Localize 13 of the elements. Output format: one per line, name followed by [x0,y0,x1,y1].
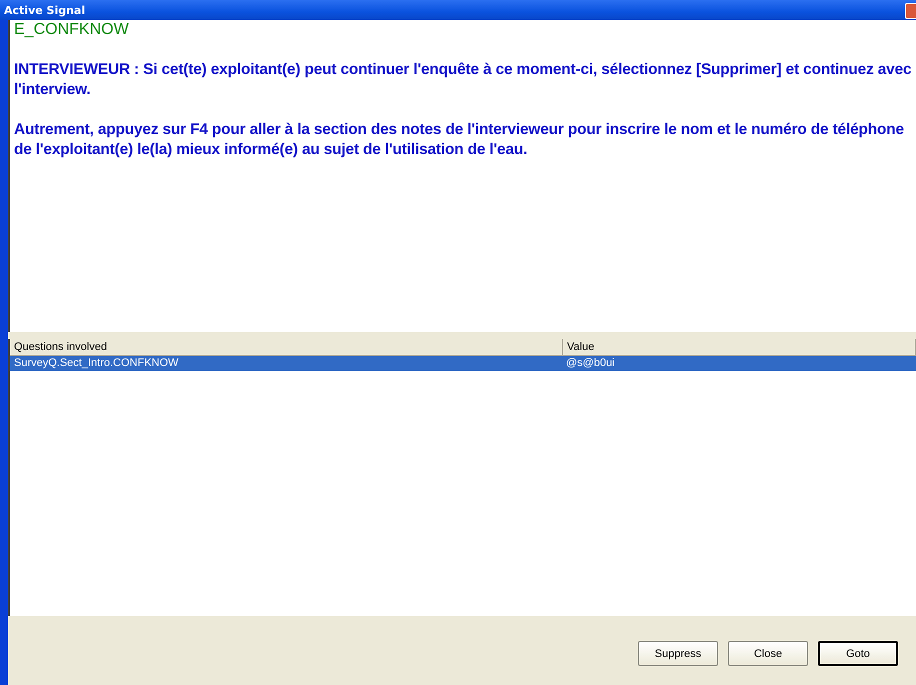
column-header[interactable]: Value [563,339,916,355]
signal-code: E_CONFKNOW [14,20,130,40]
table-cell-text: SurveyQ.Sect_Intro.CONFKNOW [13,356,180,371]
column-header[interactable]: Questions involved [10,339,563,355]
close-icon[interactable] [905,3,916,19]
dialog-button[interactable]: Goto [818,641,898,666]
dialog-button[interactable]: Suppress [638,641,718,666]
window-title: Active Signal [4,4,86,16]
message-paragraph: INTERVIEWEUR : Si cet(te) exploitant(e) peut continuer l'enquête à ce moment-ci, sélectionnez [Supprimer] et continuez avec l'interview. [14,60,912,100]
table-row[interactable]: SurveyQ.Sect_Intro.CONFKNOW @s@b0ui [10,356,916,371]
dialog-button[interactable]: Close [728,641,808,666]
message-paragraph: Autrement, appuyez sur F4 pour aller à la section des notes de l'intervieweur pour inscrire le nom et le numéro de téléphone de l'exploitant(e) le(la) mieux informé(e) au sujet de l'utilisation de l'eau. [14,120,905,160]
table-cell-text: @s@b0ui [565,356,615,371]
